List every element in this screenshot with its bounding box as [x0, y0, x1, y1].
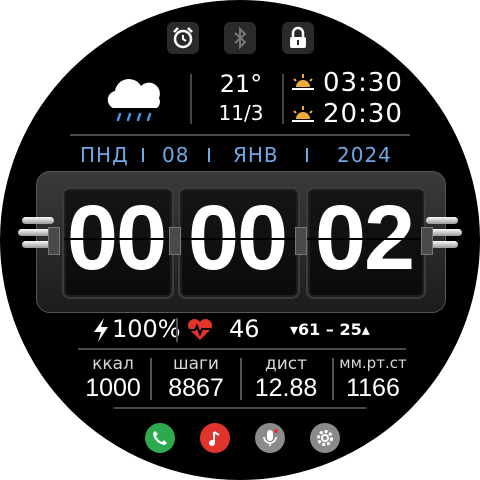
short-date: 11/3 [218, 101, 264, 125]
bolt-icon [91, 317, 111, 343]
kcal-value: 1000 [85, 374, 141, 402]
heart-icon [186, 318, 214, 342]
month: ЯНВ [233, 143, 279, 167]
date-bar: ПНД 08 ЯНВ 2024 [0, 143, 480, 167]
alarm-icon[interactable] [167, 22, 199, 54]
phone-icon[interactable] [145, 423, 175, 453]
bluetooth-icon[interactable] [224, 22, 256, 54]
steps-label: шаги [173, 354, 219, 374]
sunrise-icon [290, 72, 316, 94]
settings-icon[interactable] [310, 423, 340, 453]
sunset-time: 20:30 [323, 99, 403, 129]
day: 08 [162, 143, 190, 167]
heart-rate-range: ▾61 – 25▴ [290, 320, 370, 339]
sunrise-time: 03:30 [323, 68, 403, 98]
steps-value: 8867 [168, 374, 224, 402]
heart-rate: 46 [229, 315, 260, 343]
kcal-label: ккал [92, 354, 134, 374]
distance-label: дист [264, 354, 308, 374]
music-icon[interactable] [200, 423, 230, 453]
pressure-label: мм.рт.ст [339, 354, 407, 372]
lock-icon[interactable] [282, 22, 314, 54]
rain-cloud-icon [103, 76, 167, 126]
watch-face: 21° 11/3 03:30 20:30 ПНД 08 ЯНВ 2024 00 … [0, 0, 480, 480]
year: 2024 [337, 143, 392, 167]
temperature: 21° [219, 70, 263, 98]
microphone-icon[interactable] [255, 423, 285, 453]
weekday: ПНД [80, 143, 129, 167]
sunset-icon [290, 104, 316, 126]
battery-level: 100% [112, 315, 181, 343]
distance-value: 12.88 [254, 374, 318, 402]
pressure-value: 1166 [346, 374, 400, 402]
